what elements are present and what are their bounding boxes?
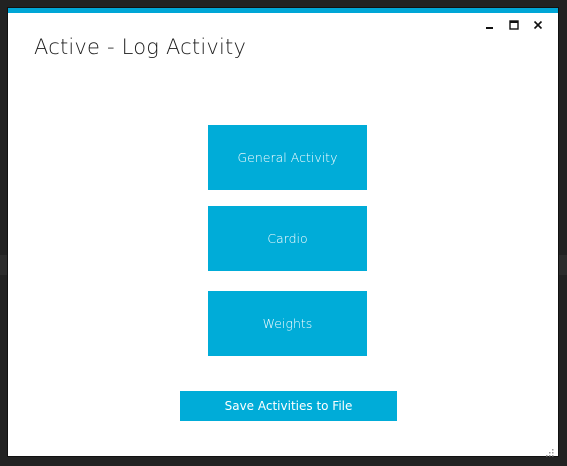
close-icon bbox=[533, 20, 543, 30]
minimize-icon bbox=[485, 20, 495, 30]
window-controls bbox=[478, 15, 550, 35]
weights-label: Weights bbox=[262, 316, 313, 331]
cardio-button[interactable]: Cardio bbox=[208, 206, 367, 271]
maximize-button[interactable] bbox=[502, 15, 526, 35]
weights-button[interactable]: Weights bbox=[208, 291, 367, 356]
save-activities-button[interactable]: Save Activities to File bbox=[180, 391, 397, 421]
cardio-label: Cardio bbox=[267, 231, 308, 246]
general-activity-button[interactable]: General Activity bbox=[208, 125, 367, 190]
window-title: Active - Log Activity bbox=[34, 35, 247, 59]
general-activity-label: General Activity bbox=[237, 150, 338, 165]
app-window: Active - Log Activity General Activity C… bbox=[8, 8, 558, 457]
maximize-icon bbox=[509, 20, 519, 30]
minimize-button[interactable] bbox=[478, 15, 502, 35]
resize-grip-icon[interactable] bbox=[544, 442, 554, 457]
save-activities-label: Save Activities to File bbox=[224, 399, 353, 413]
close-button[interactable] bbox=[526, 15, 550, 35]
